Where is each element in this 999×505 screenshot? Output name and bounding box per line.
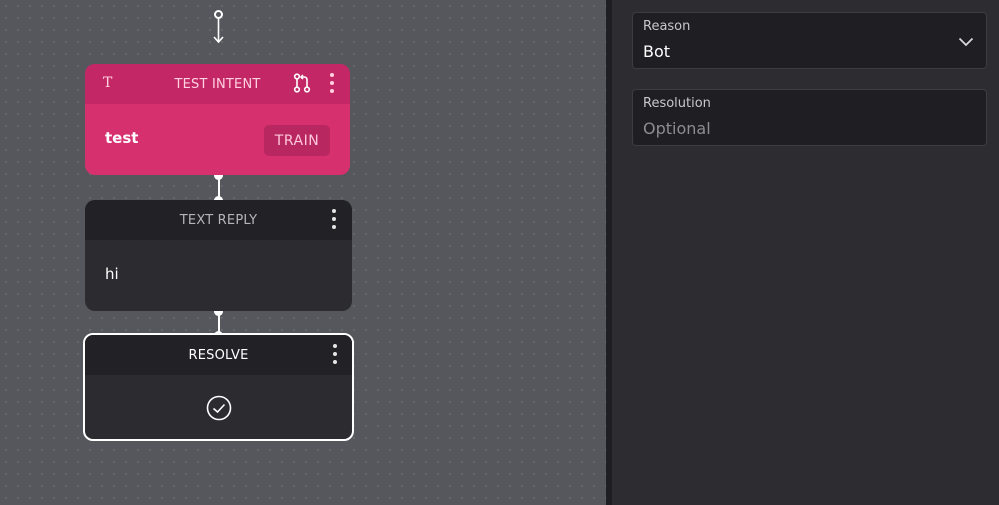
resolve-card-header[interactable]: RESOLVE: [85, 335, 352, 375]
resolution-field[interactable]: Resolution Optional: [632, 89, 987, 146]
text-reply-card-title: TEXT REPLY: [179, 212, 258, 228]
reason-select[interactable]: Reason Bot: [632, 12, 987, 69]
reason-label: Reason: [643, 19, 691, 34]
intent-card[interactable]: T TEST INTENT test TRAIN: [85, 64, 350, 175]
resolve-card-title: RESOLVE: [188, 347, 249, 363]
resolve-card[interactable]: RESOLVE: [83, 333, 354, 441]
intent-type-icon: T: [103, 75, 113, 91]
reason-value: Bot: [643, 42, 671, 61]
intent-card-title: TEST INTENT: [174, 76, 261, 92]
intent-card-body: test TRAIN: [85, 104, 350, 175]
text-reply-card-header[interactable]: TEXT REPLY: [85, 200, 352, 240]
resolution-input[interactable]: Optional: [643, 119, 711, 138]
kebab-menu-icon[interactable]: [330, 73, 334, 93]
branch-icon[interactable]: [292, 73, 312, 93]
text-reply-card[interactable]: TEXT REPLY hi: [85, 200, 352, 311]
kebab-menu-icon[interactable]: [332, 209, 336, 229]
resolution-label: Resolution: [643, 96, 711, 111]
intent-phrase: test: [105, 129, 139, 147]
chevron-down-icon[interactable]: [958, 37, 974, 47]
train-button[interactable]: TRAIN: [264, 125, 330, 156]
kebab-menu-icon[interactable]: [333, 344, 337, 364]
reply-message: hi: [105, 265, 119, 283]
properties-panel: [612, 0, 999, 505]
checkmark-circle-icon: [206, 395, 232, 421]
arrow-down-icon: [213, 18, 224, 44]
intent-card-header[interactable]: T TEST INTENT: [85, 64, 350, 104]
